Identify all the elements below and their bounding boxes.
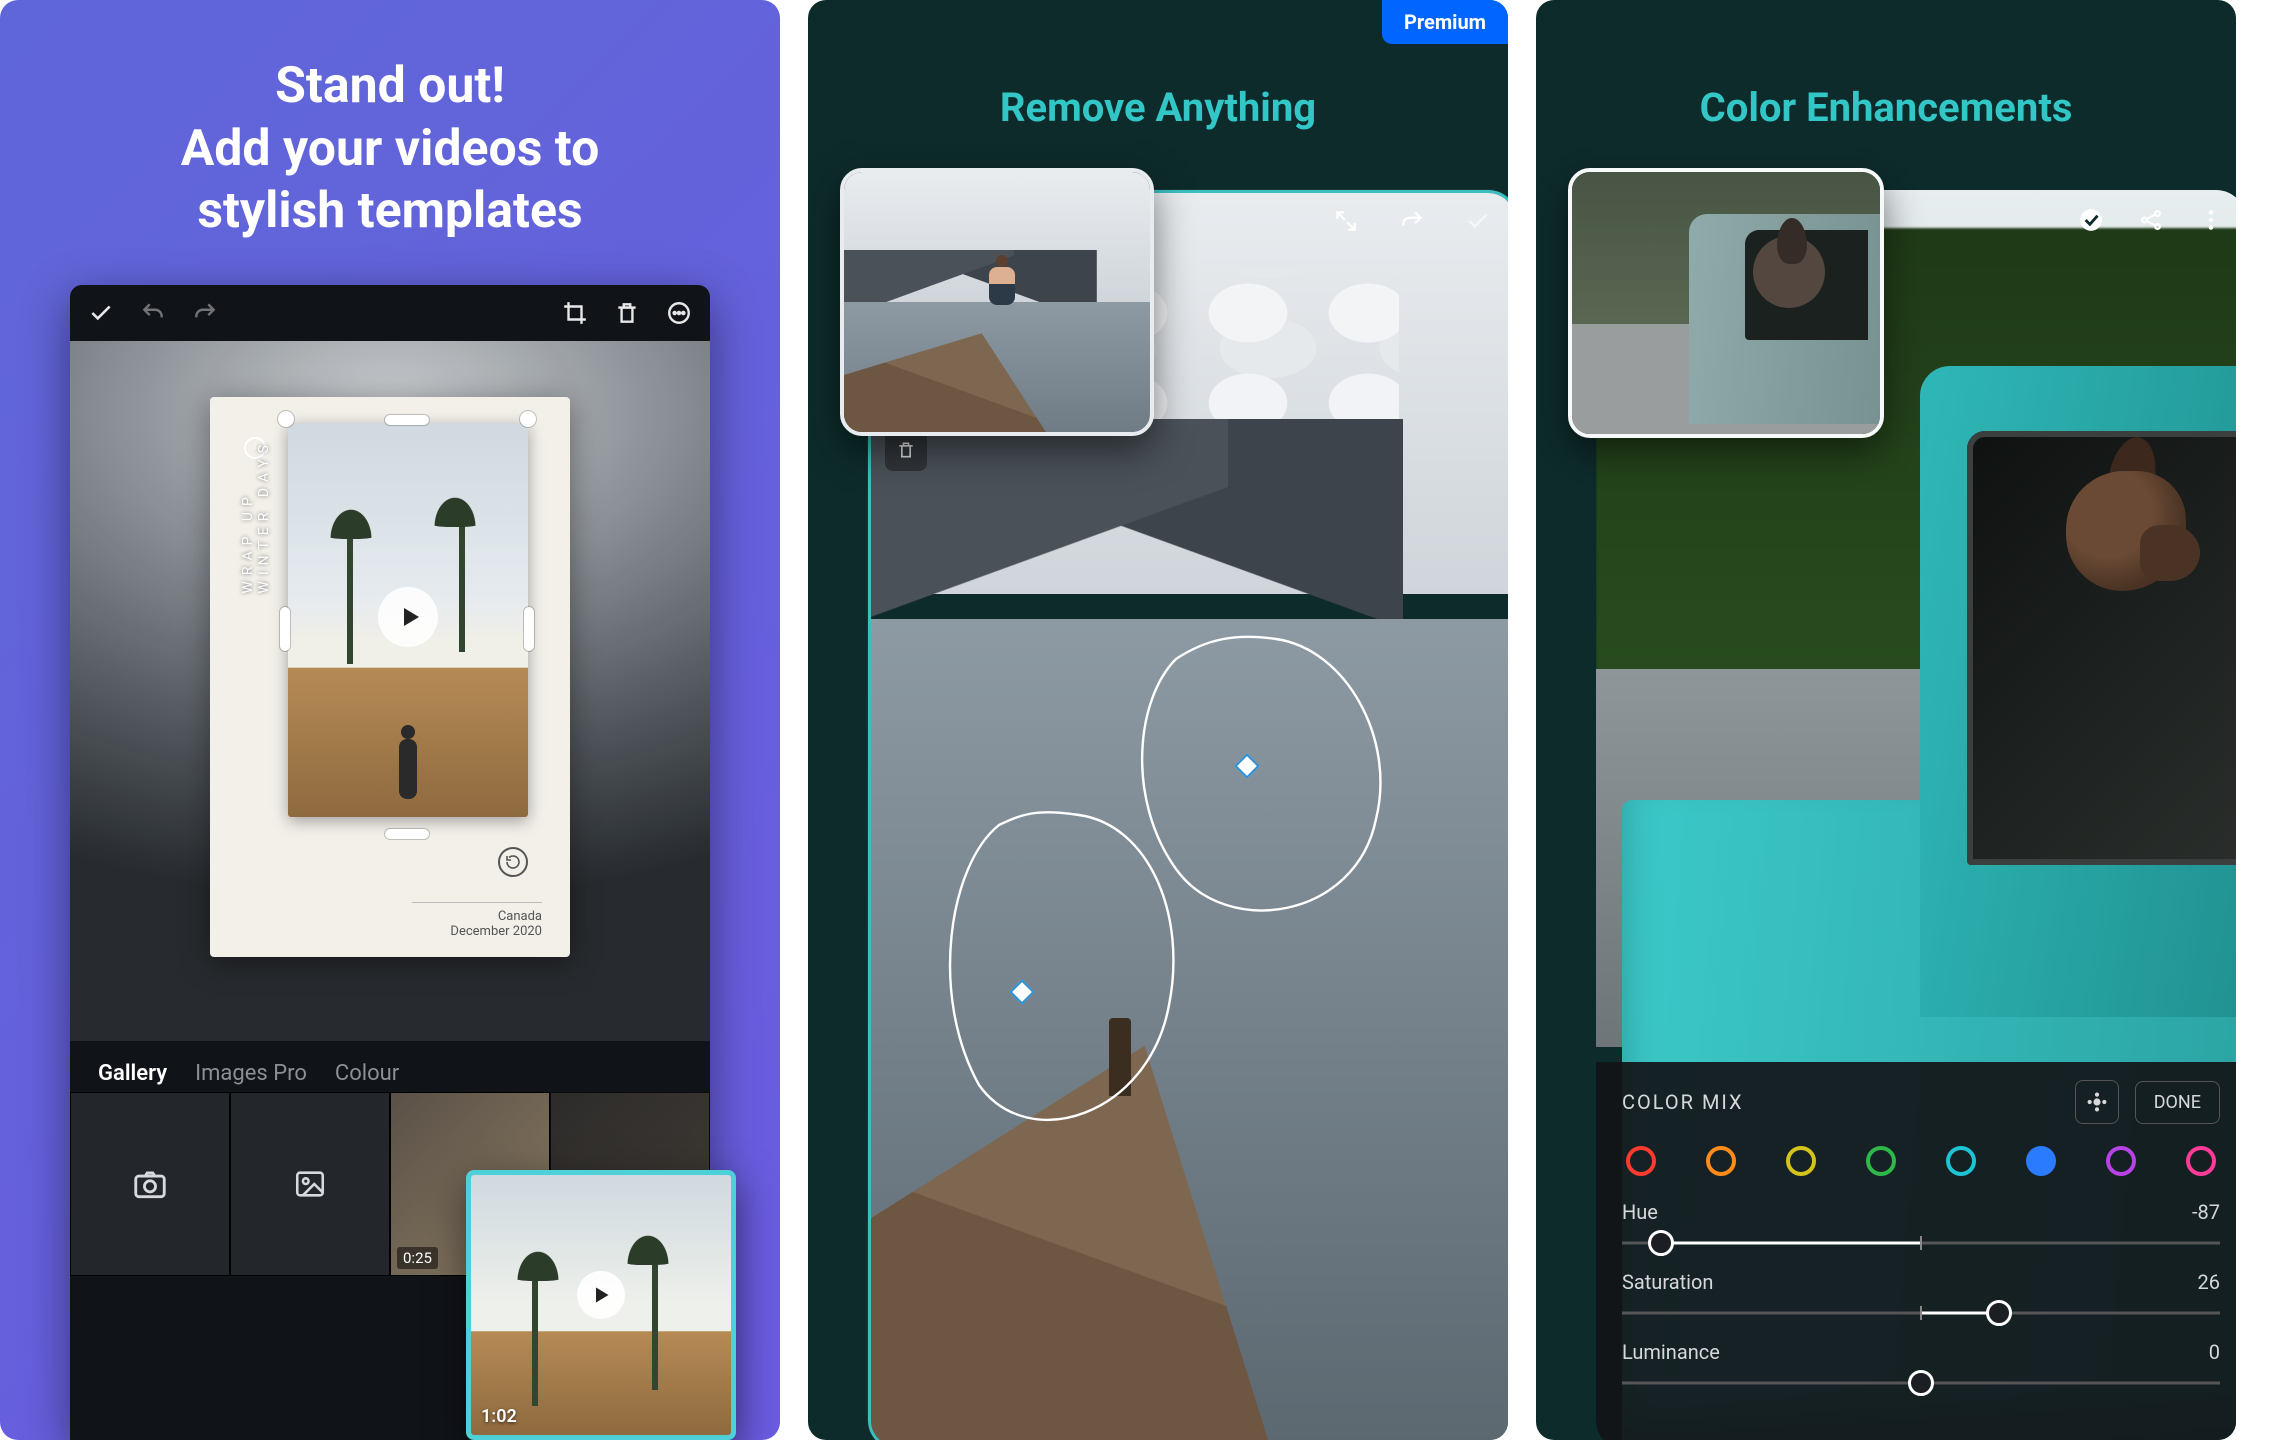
resize-handle[interactable]	[385, 829, 429, 839]
swatch-orange[interactable]	[1706, 1146, 1736, 1176]
source-tabs: Gallery Images Pro Colour	[70, 1041, 710, 1092]
slider-value-saturation: 26	[2198, 1270, 2220, 1294]
slider-label-luminance: Luminance	[1622, 1340, 1720, 1364]
panel-color-enhancements: Color Enhancements COLOR MIX	[1536, 0, 2236, 1440]
confirm-icon[interactable]	[1465, 208, 1491, 234]
slider-hue[interactable]	[1622, 1224, 2220, 1262]
tab-images-pro[interactable]: Images Pro	[195, 1061, 307, 1086]
camera-button[interactable]	[70, 1092, 230, 1276]
crop-icon[interactable]	[562, 300, 588, 326]
play-icon	[577, 1271, 625, 1319]
swatch-yellow[interactable]	[1786, 1146, 1816, 1176]
resize-handle[interactable]	[278, 411, 294, 427]
section-label: COLOR MIX	[1622, 1090, 1744, 1114]
redo-icon[interactable]	[1399, 208, 1425, 234]
dragging-thumb[interactable]: 1:02	[466, 1170, 736, 1440]
panel3-title: Color Enhancements	[1536, 84, 2236, 131]
panel-templates: Stand out! Add your videos to stylish te…	[0, 0, 780, 1440]
tab-gallery[interactable]: Gallery	[98, 1061, 167, 1086]
resize-handle[interactable]	[280, 607, 290, 651]
premium-badge: Premium	[1382, 0, 1508, 44]
share-icon[interactable]	[2138, 207, 2164, 233]
swatch-magenta[interactable]	[2186, 1146, 2216, 1176]
done-button[interactable]: DONE	[2135, 1081, 2220, 1124]
swatch-aqua[interactable]	[1946, 1146, 1976, 1176]
slider-label-saturation: Saturation	[1622, 1270, 1713, 1294]
panel2-title: Remove Anything	[808, 84, 1508, 131]
panel-remove-anything: Premium Remove Anything	[808, 0, 1508, 1440]
resize-handle[interactable]	[520, 411, 536, 427]
slider-value-luminance: 0	[2209, 1340, 2220, 1364]
card-meta: Canada December 2020	[412, 902, 542, 939]
camera-icon	[131, 1165, 169, 1203]
clip-duration: 1:02	[481, 1406, 517, 1427]
expand-icon[interactable]	[1333, 208, 1359, 234]
scene-dog	[2046, 453, 2186, 623]
tab-colour[interactable]: Colour	[335, 1061, 399, 1086]
confirm-icon[interactable]	[88, 300, 114, 326]
editor-toolbar	[70, 285, 710, 341]
gallery-button[interactable]	[230, 1092, 390, 1276]
card-vertical-text: WRAP UP WINTER DAYS	[240, 439, 272, 594]
card-meta-date: December 2020	[412, 924, 542, 939]
color-mix-panel: COLOR MIX DONE Hue -87 Saturation 26	[1596, 1062, 2236, 1440]
person-graphic	[393, 725, 423, 803]
clip-duration: 0:25	[397, 1247, 438, 1269]
inset-person	[985, 255, 1019, 311]
more-vertical-icon[interactable]	[2198, 207, 2224, 233]
redo-icon[interactable]	[192, 300, 218, 326]
swatch-red[interactable]	[1626, 1146, 1656, 1176]
slider-label-hue: Hue	[1622, 1200, 1658, 1224]
image-icon	[293, 1167, 327, 1201]
trash-icon[interactable]	[614, 300, 640, 326]
before-inset	[1568, 168, 1884, 438]
more-icon[interactable]	[666, 300, 692, 326]
undo-icon[interactable]	[140, 300, 166, 326]
resize-handle[interactable]	[524, 607, 534, 651]
panel1-headline: Stand out! Add your videos to stylish te…	[181, 55, 600, 243]
swatch-blue[interactable]	[2026, 1146, 2056, 1176]
color-swatches	[1622, 1146, 2220, 1176]
slider-luminance[interactable]	[1622, 1364, 2220, 1402]
target-adjust-button[interactable]	[2075, 1080, 2119, 1124]
swatch-purple[interactable]	[2106, 1146, 2136, 1176]
inset-dog	[1741, 224, 1825, 324]
confirm-circle-icon[interactable]	[2078, 207, 2104, 233]
card-meta-location: Canada	[412, 909, 542, 924]
play-button[interactable]	[378, 587, 438, 647]
before-inset	[840, 168, 1154, 436]
refresh-icon[interactable]	[498, 847, 528, 877]
slider-value-hue: -87	[2192, 1200, 2220, 1224]
slider-saturation[interactable]	[1622, 1294, 2220, 1332]
swatch-green[interactable]	[1866, 1146, 1896, 1176]
template-canvas[interactable]: i WRAP UP WINTER DAYS	[70, 341, 710, 1041]
resize-handle[interactable]	[385, 415, 429, 425]
template-card[interactable]: i WRAP UP WINTER DAYS	[210, 397, 570, 957]
palm-graphic	[491, 1201, 581, 1371]
lasso-selection[interactable]	[929, 795, 1189, 1135]
